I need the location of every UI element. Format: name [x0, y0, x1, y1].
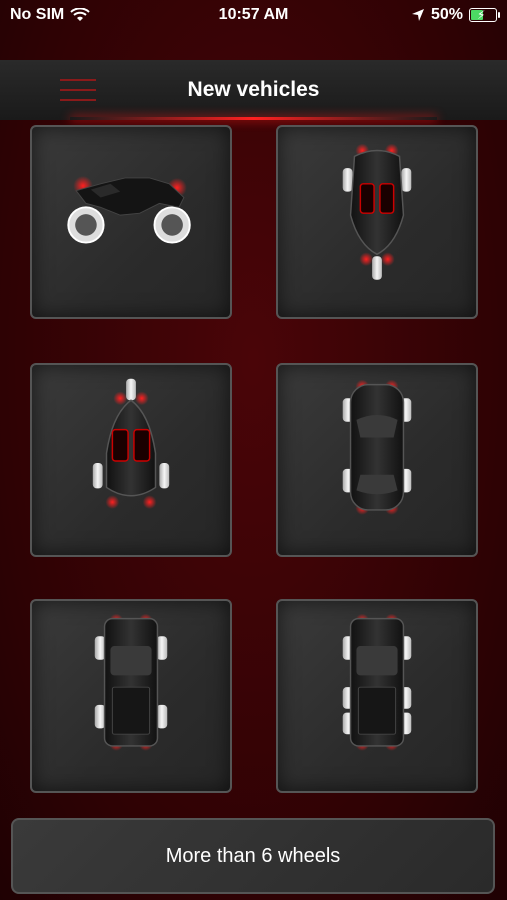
charging-bolt-icon: ⚡	[477, 8, 486, 22]
battery-percent: 50%	[430, 6, 463, 23]
car-icon	[342, 379, 412, 515]
vehicle-tile-car[interactable]	[276, 363, 478, 557]
navigation-bar: New vehicles	[0, 60, 507, 120]
vehicle-tile-trike-two-front[interactable]	[276, 125, 478, 319]
location-arrow-icon	[411, 9, 424, 21]
vehicle-tile-trike-one-front[interactable]	[30, 363, 232, 557]
status-bar: No SIM 10:57 AM 50% ⚡	[0, 0, 507, 30]
vehicle-tile-motorcycle[interactable]	[30, 125, 232, 319]
trike-two-front-icon	[342, 143, 412, 280]
trike-one-front-icon	[92, 378, 170, 509]
vehicle-tile-six-wheel[interactable]	[276, 599, 478, 793]
pickup-truck-icon	[94, 613, 168, 751]
battery-icon: ⚡	[469, 8, 500, 22]
page-title: New vehicles	[187, 78, 320, 101]
more-than-six-wheels-label: More than 6 wheels	[165, 844, 341, 867]
six-wheel-truck-icon	[342, 613, 412, 751]
more-than-six-wheels-button[interactable]: More than 6 wheels	[11, 818, 495, 894]
vehicle-tile-pickup[interactable]	[30, 599, 232, 793]
motorcycle-icon	[67, 175, 191, 244]
